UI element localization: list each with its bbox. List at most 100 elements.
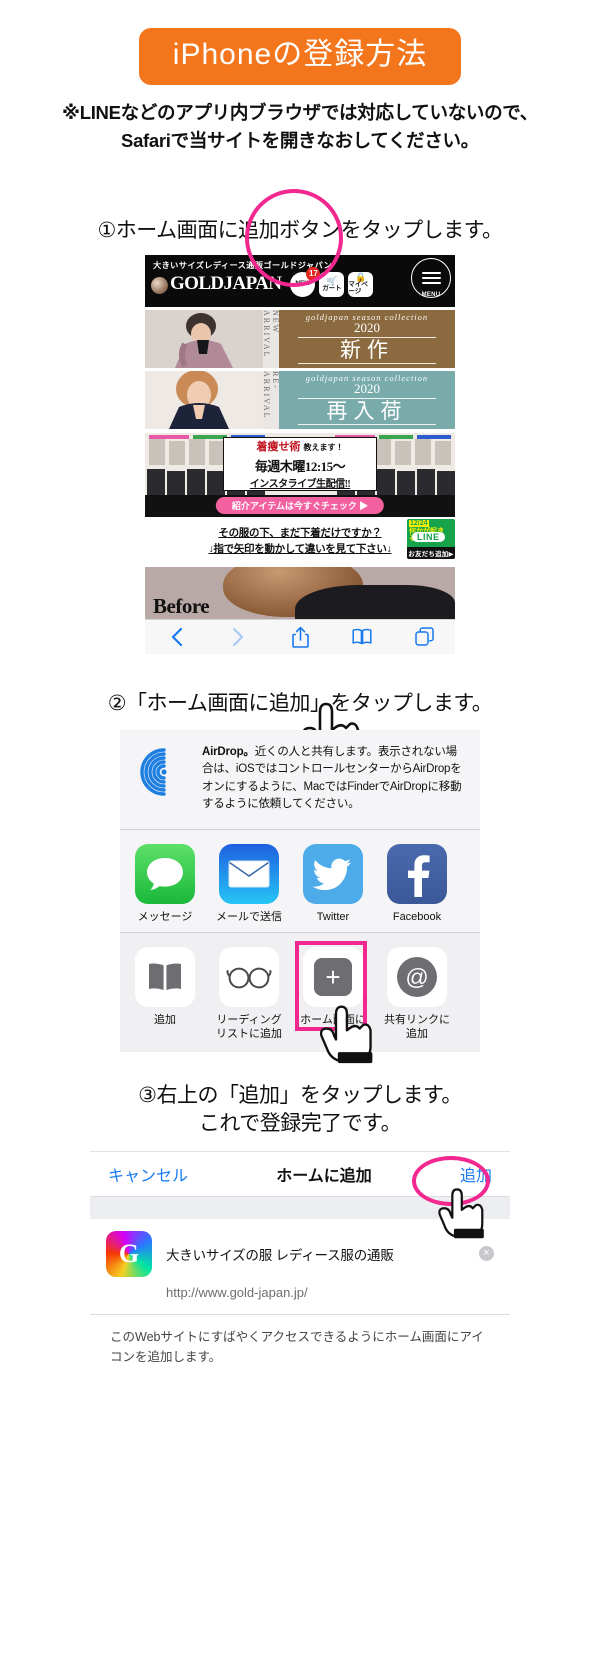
step-3-line-2: これで登録完了です。 [198,1112,402,1136]
share-app-label: Twitter [316,911,350,924]
banner-photo [145,370,263,429]
banner-model-image [145,309,263,368]
facebook-icon [387,844,447,905]
before-label: Before [153,593,210,618]
add-to-home-screenshot: キャンセル ホームに追加 追加 G 大きいサイズの服 レディース服の通販 × h… [90,1150,510,1379]
share-app-label: Facebook [392,911,442,924]
share-app-facebook[interactable]: Facebook [382,844,452,924]
new-button[interactable]: NEW 17 [290,266,321,297]
banner-en-text: goldjapan season collection [305,372,429,383]
step-2-heading: ②「ホーム画面に追加」をタップします。 [107,691,493,715]
model-body [295,584,455,619]
share-app-twitter[interactable]: Twitter [298,844,368,924]
bookmark-name-field[interactable]: 大きいサイズの服 レディース服の通販 [166,1244,465,1264]
share-app-messages[interactable]: メッセージ [130,844,200,924]
line-logo: LINE [412,531,445,542]
plus-icon: + [314,958,352,997]
before-after-photo: Before [145,566,455,619]
menu-label: MENU [421,291,441,298]
clear-icon[interactable]: × [479,1246,494,1262]
tabs-button[interactable] [402,624,446,650]
banner-year: 2020 [354,380,380,396]
step-3-heading: ③右上の「追加」をタップします。 これで登録完了です。 [0,1082,600,1139]
forward-arrow-icon [232,627,243,646]
banner-en-text: goldjapan season collection [305,311,429,322]
banner-jp-text: 再入荷 [326,398,408,423]
share-actions-row: 追加 リーディングリストに追加 + ホーム画面に追加 @ 共有リンクに追加 [120,933,480,1052]
action-label: ホーム画面に追加 [300,1014,366,1041]
glasses-icon-tile [219,947,279,1008]
insta-cta-button[interactable]: 紹介アイテムは今すぐチェック ▶ [215,496,385,514]
action-add-bookmark[interactable]: 追加 [130,947,200,1042]
share-app-label: メールで送信 [216,911,282,924]
site-header-row: GOLDJAPAN NEW 17 🛒 カート 🔒 マイページ [145,266,455,297]
cart-button-label: カート [322,284,342,292]
action-label: 共有リンクに追加 [384,1014,450,1041]
add-to-home-navbar: キャンセル ホームに追加 追加 [90,1151,510,1197]
airdrop-description: AirDrop。近くの人と共有します。表示されない場合は、iOSではコントロール… [202,744,466,813]
new-badge-count: 17 [306,266,321,281]
add-to-home-description: このWebサイトにすばやくアクセスできるようにホーム画面にアイコンを追加します。 [90,1314,510,1379]
promo-section: その服の下、まだ下着だけですか？ ↓指で矢印を動かして違いを見て下さい↓ 12/… [145,518,455,576]
site-header-icons: NEW 17 🛒 カート 🔒 マイページ [290,266,374,297]
app-icon-letter: G [118,1238,140,1268]
share-app-mail[interactable]: メールで送信 [214,844,284,924]
line-friend-badge[interactable]: 12/24 何かが起きる… LINE お友だち追加▶ [407,518,455,559]
site-logo-text: GOLDJAPAN [170,273,282,295]
page-title-wrap: iPhoneの登録方法 [0,0,600,85]
navbar-spacer [90,1196,510,1219]
action-label: リーディングリストに追加 [216,1014,282,1041]
banner-new-arrival[interactable]: NEW ARRIVAL goldjapan season collection … [145,309,455,368]
airdrop-waves-icon [140,748,167,796]
banner-side-text: RE-ARRIVAL [262,370,280,429]
banner-jp-text: 新作 [340,337,394,362]
book-icon-tile [135,947,195,1008]
back-arrow-icon [171,627,182,646]
site-app-icon: G [106,1230,152,1277]
airdrop-title: AirDrop。 [202,746,255,759]
banner-rule-bottom [298,362,436,364]
share-button[interactable] [278,624,322,650]
notice-line-2: Safariで当サイトを開きなおしてください。 [121,129,479,151]
action-add-reading-list[interactable]: リーディングリストに追加 [214,947,284,1042]
safari-toolbar [145,618,455,654]
plus-icon-tile: + [303,947,363,1008]
mypage-button-label: マイページ [348,281,368,295]
site-tagline: 大きいサイズレディース通販ゴールドジャパン [153,260,333,270]
line-badge-cta[interactable]: お友だち追加▶ [407,546,455,559]
banner-re-arrival[interactable]: RE-ARRIVAL goldjapan season collection 2… [145,370,455,429]
site-logo[interactable]: GOLDJAPAN [151,273,282,295]
messages-icon [135,844,195,905]
bookmark-row: G 大きいサイズの服 レディース服の通販 × [90,1219,510,1283]
insta-headline: 着痩せ術 教えます！ [256,440,344,453]
page-root: iPhoneの登録方法 ※LINEなどのアプリ内ブラウザでは対応していないので、… [0,0,600,1678]
action-add-to-home-screen[interactable]: + ホーム画面に追加 [295,941,368,1042]
mypage-button[interactable]: 🔒 マイページ [348,271,374,297]
site-header: 大きいサイズレディース通販ゴールドジャパン GOLDJAPAN NEW 17 🛒… [145,254,455,307]
book-icon [149,963,181,991]
at-icon: @ [397,957,437,998]
new-button-label: NEW [295,280,311,288]
banner-side-text: NEW ARRIVAL [262,309,280,368]
twitter-icon [303,844,363,905]
back-button[interactable] [154,624,198,650]
airdrop-icon [136,744,192,800]
action-add-shared-link[interactable]: @ 共有リンクに追加 [382,947,452,1042]
add-button[interactable]: 追加 [460,1162,492,1186]
bookmark-url: http://www.gold-japan.jp/ [90,1283,510,1315]
airdrop-section[interactable]: AirDrop。近くの人と共有します。表示されない場合は、iOSではコントロール… [120,730,480,830]
share-sheet-screenshot: AirDrop。近くの人と共有します。表示されない場合は、iOSではコントロール… [120,730,480,1063]
forward-button[interactable] [216,624,260,650]
banner-instagram-live[interactable]: 着痩せ術 教えます！ 毎週木曜12:15〜 インスタライブ生配信!! 紹介アイテム… [145,432,455,517]
cancel-button[interactable]: キャンセル [108,1162,188,1186]
share-app-label: メッセージ [137,911,193,924]
cart-button[interactable]: 🛒 カート [319,271,345,297]
browser-notice: ※LINEなどのアプリ内ブラウザでは対応していないので、 Safariで当サイト… [40,99,560,155]
banner-text: goldjapan season collection 2020 新作 [279,309,455,368]
banner-rule-bottom [298,423,436,425]
banner-year: 2020 [354,319,380,335]
bookmarks-button[interactable] [340,624,384,650]
share-icon [291,626,309,648]
hamburger-menu-button[interactable]: MENU [411,257,451,298]
add-to-home-title: ホームに追加 [276,1167,372,1185]
